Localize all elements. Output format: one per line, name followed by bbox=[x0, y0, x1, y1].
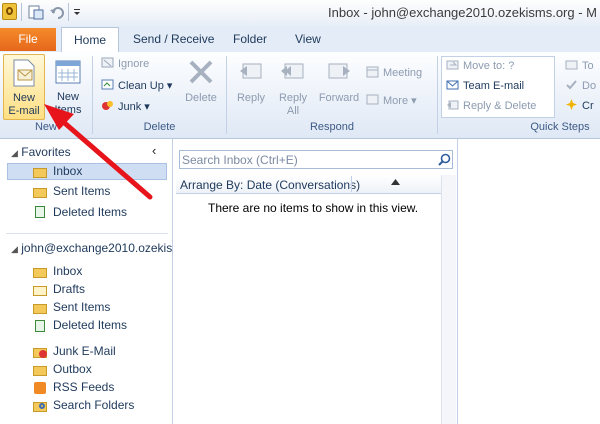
annotation-arrow bbox=[44, 104, 153, 200]
